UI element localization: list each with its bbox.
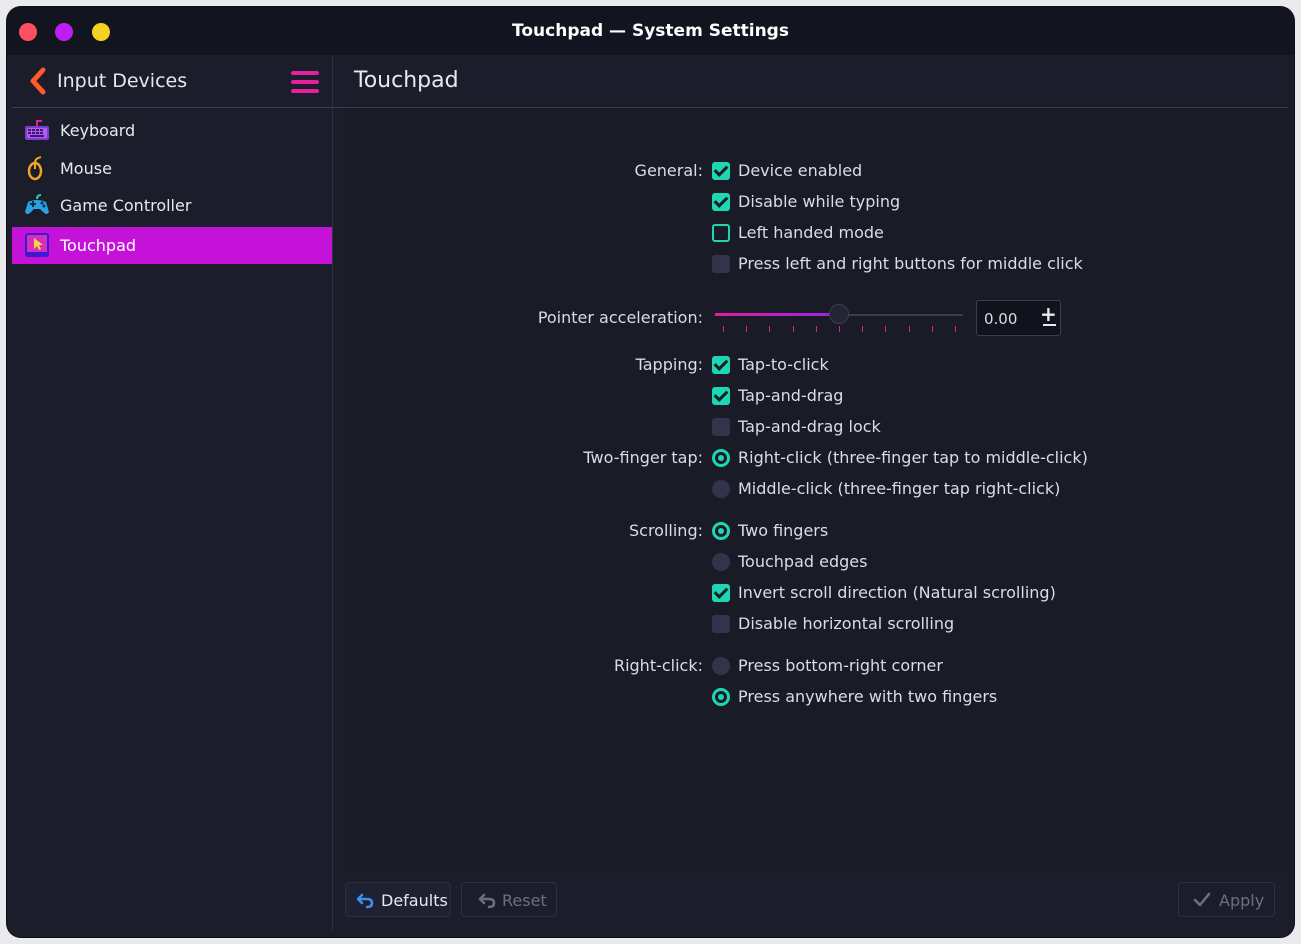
hamburger-menu-icon[interactable] (291, 71, 319, 93)
slider-tick (862, 326, 863, 332)
checkbox-checked-icon (712, 193, 730, 211)
option-label: Right-click (three-finger tap to middle-… (738, 448, 1088, 467)
sidebar-item-game-controller[interactable]: Game Controller (12, 187, 332, 224)
sidebar-item-label: Mouse (60, 159, 112, 178)
content-header: Touchpad (333, 55, 1288, 108)
back-arrow-icon[interactable] (28, 67, 48, 95)
decrement-icon[interactable] (1043, 324, 1056, 326)
slider-tick (769, 326, 770, 332)
option-label: Tap-and-drag (738, 386, 844, 405)
checkbox-checked-icon (712, 387, 730, 405)
sidebar: Input Devices Keyboard Mouse Game Contro… (12, 55, 333, 931)
right-click-label: Right-click: (613, 656, 703, 675)
touchpad-icon (25, 233, 49, 257)
radio-selected-icon (712, 449, 730, 467)
increment-icon[interactable]: + (1040, 302, 1057, 326)
option-label: Device enabled (738, 161, 863, 180)
reset-label: Reset (502, 891, 547, 910)
checkbox-unchecked-icon (712, 418, 730, 436)
undo-icon (356, 893, 374, 909)
option-label: Disable while typing (738, 192, 901, 211)
sidebar-title: Input Devices (57, 70, 188, 92)
checkbox-checked-icon (712, 356, 730, 374)
keyboard-icon (25, 120, 49, 140)
slider-tick (746, 326, 747, 332)
settings-window: Touchpad — System Settings Input Devices… (7, 7, 1294, 937)
slider-tick (723, 326, 724, 332)
checkbox-checked-icon (712, 584, 730, 602)
checkbox-unchecked-icon (712, 224, 730, 242)
pointer-acceleration-slider[interactable] (715, 304, 965, 336)
tapping-label: Tapping: (635, 355, 703, 374)
reset-button[interactable]: Reset (461, 882, 557, 917)
checkmark-icon (1193, 892, 1211, 907)
option-label: Tap-to-click (738, 355, 829, 374)
option-label: Press anywhere with two fingers (738, 687, 998, 706)
checkbox-unchecked-icon (712, 615, 730, 633)
two-finger-tap-label: Two-finger tap: (583, 448, 703, 467)
slider-tick (909, 326, 910, 332)
apply-label: Apply (1219, 891, 1265, 910)
sidebar-item-label: Game Controller (60, 196, 192, 215)
gamepad-icon (25, 194, 49, 214)
scrolling-label: Scrolling: (629, 521, 703, 540)
sidebar-item-mouse[interactable]: Mouse (12, 150, 332, 187)
option-label: Two fingers (738, 521, 829, 540)
defaults-button[interactable]: Defaults (345, 882, 451, 917)
general-label: General: (634, 161, 703, 180)
option-label: Invert scroll direction (Natural scrolli… (738, 583, 1056, 602)
slider-tick (816, 326, 817, 332)
option-label: Left handed mode (738, 223, 884, 242)
radio-unselected-icon (712, 480, 730, 498)
slider-handle[interactable] (829, 304, 849, 324)
sidebar-item-keyboard[interactable]: Keyboard (12, 112, 332, 149)
sidebar-item-label: Touchpad (60, 236, 137, 255)
option-label: Tap-and-drag lock (738, 417, 881, 436)
undo-icon (478, 893, 496, 909)
window-title: Touchpad — System Settings (512, 21, 789, 41)
spinbox-value[interactable]: 0.00 (984, 310, 1017, 328)
radio-unselected-icon (712, 553, 730, 571)
defaults-label: Defaults (381, 891, 448, 910)
slider-tick (839, 326, 840, 332)
sidebar-header: Input Devices (12, 55, 332, 108)
pointer-acceleration-spinbox[interactable]: 0.00 + (976, 300, 1061, 336)
sidebar-item-touchpad[interactable]: Touchpad (12, 227, 332, 264)
option-label: Press bottom-right corner (738, 656, 943, 675)
slider-tick (885, 326, 886, 332)
option-label: Middle-click (three-finger tap right-cli… (738, 479, 1061, 498)
slider-fill (715, 313, 839, 316)
slider-tick (955, 326, 956, 332)
apply-button[interactable]: Apply (1178, 882, 1275, 917)
mouse-icon (27, 156, 43, 181)
page-title: Touchpad (354, 68, 459, 93)
option-label: Disable horizontal scrolling (738, 614, 955, 633)
checkbox-unchecked-icon (712, 255, 730, 273)
option-label: Touchpad edges (738, 552, 868, 571)
slider-tick (793, 326, 794, 332)
pointer-acceleration-label: Pointer acceleration: (537, 308, 703, 327)
title-bar: Touchpad — System Settings (7, 7, 1294, 55)
settings-panel: General: Device enabled Disable while ty… (343, 108, 1288, 870)
option-label: Press left and right buttons for middle … (738, 254, 1083, 273)
radio-selected-icon (712, 522, 730, 540)
checkbox-checked-icon (712, 162, 730, 180)
sidebar-item-label: Keyboard (60, 121, 136, 140)
slider-tick (932, 326, 933, 332)
radio-unselected-icon (712, 657, 730, 675)
radio-selected-icon (712, 688, 730, 706)
